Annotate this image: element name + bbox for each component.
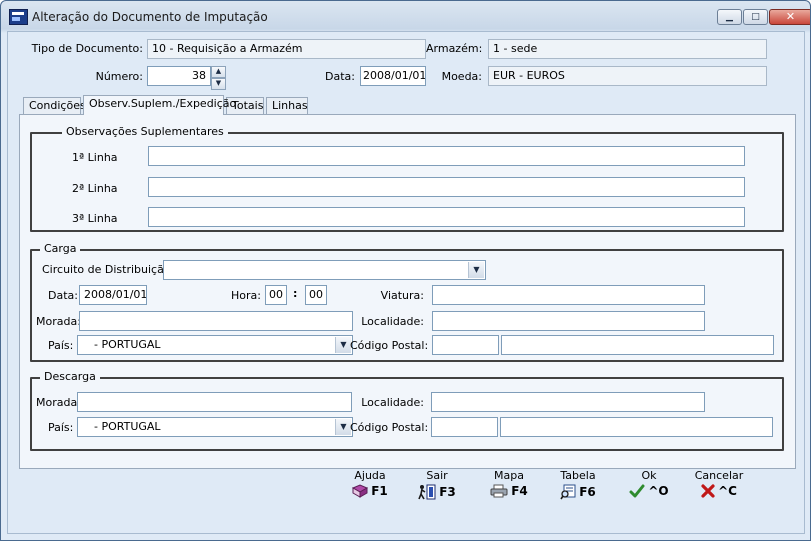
numero-spinner[interactable]: ▲ ▼ bbox=[211, 66, 226, 90]
data-field[interactable]: 2008/01/01 bbox=[360, 66, 426, 86]
sair-key: F3 bbox=[439, 485, 456, 499]
window-title: Alteração do Documento de Imputação bbox=[32, 10, 268, 24]
carga-codigo-postal-1[interactable] bbox=[432, 335, 499, 355]
linha1-input[interactable] bbox=[148, 146, 745, 166]
carga-pais-dropdown[interactable]: - PORTUGAL ▼ bbox=[77, 335, 353, 355]
tab-observ-suplem-expedicao[interactable]: Observ.Suplem./Expedição bbox=[83, 95, 236, 115]
descarga-morada-label: Morada: bbox=[36, 396, 81, 409]
descarga-pais-label: País: bbox=[48, 421, 74, 434]
armazem-field: 1 - sede bbox=[488, 39, 767, 59]
linha3-label: 3ª Linha bbox=[72, 212, 118, 225]
hora-separator: : bbox=[293, 287, 298, 300]
carga-localidade-input[interactable] bbox=[432, 311, 705, 331]
printer-icon bbox=[490, 484, 508, 498]
cancelar-button[interactable]: Cancelar ^C bbox=[689, 469, 749, 498]
ajuda-label: Ajuda bbox=[354, 469, 386, 482]
dialog-window: Alteração do Documento de Imputação ▁ □ … bbox=[0, 0, 811, 541]
ok-button[interactable]: Ok ^O bbox=[619, 469, 679, 498]
hora-minutes-field[interactable]: 00 bbox=[305, 285, 327, 305]
carga-morada-label: Morada: bbox=[36, 315, 81, 328]
chevron-down-icon[interactable]: ▼ bbox=[335, 419, 351, 435]
descarga-codigo-postal-1[interactable] bbox=[431, 417, 498, 437]
book-icon bbox=[352, 484, 369, 498]
carga-localidade-label: Localidade: bbox=[361, 315, 424, 328]
descarga-codigo-postal-label: Código Postal: bbox=[350, 421, 429, 434]
close-button[interactable]: ✕ bbox=[769, 9, 810, 25]
data-label: Data: bbox=[325, 70, 355, 83]
descarga-localidade-input[interactable] bbox=[431, 392, 705, 412]
descarga-pais-value: - PORTUGAL bbox=[94, 420, 161, 433]
hora-label: Hora: bbox=[231, 289, 261, 302]
tipo-documento-label: Tipo de Documento: bbox=[31, 42, 143, 55]
minimize-button[interactable]: ▁ bbox=[717, 9, 742, 25]
sair-label: Sair bbox=[426, 469, 448, 482]
viatura-label: Viatura: bbox=[380, 289, 424, 302]
moeda-field: EUR - EUROS bbox=[488, 66, 767, 86]
descarga-title: Descarga bbox=[40, 370, 100, 383]
exit-door-icon bbox=[418, 484, 436, 500]
descarga-pais-dropdown[interactable]: - PORTUGAL ▼ bbox=[77, 417, 353, 437]
descarga-morada-input[interactable] bbox=[77, 392, 352, 412]
carga-pais-value: - PORTUGAL bbox=[94, 338, 161, 351]
carga-data-label: Data: bbox=[48, 289, 78, 302]
tab-linhas[interactable]: Linhas bbox=[266, 97, 308, 114]
numero-field[interactable]: 38 bbox=[147, 66, 211, 86]
armazem-label: Armazém: bbox=[426, 42, 483, 55]
descarga-localidade-label: Localidade: bbox=[361, 396, 424, 409]
tabela-button[interactable]: Tabela F6 bbox=[548, 469, 608, 500]
carga-morada-input[interactable] bbox=[79, 311, 353, 331]
linha1-label: 1ª Linha bbox=[72, 151, 118, 164]
sair-button[interactable]: Sair F3 bbox=[407, 469, 467, 500]
ajuda-button[interactable]: Ajuda F1 bbox=[340, 469, 400, 498]
tab-condicoes[interactable]: Condições bbox=[23, 97, 86, 114]
moeda-label: Moeda: bbox=[441, 70, 482, 83]
cancelar-label: Cancelar bbox=[694, 469, 744, 482]
carga-data-field[interactable]: 2008/01/01 bbox=[79, 285, 147, 305]
spin-down-icon[interactable]: ▼ bbox=[211, 78, 226, 90]
chevron-down-icon[interactable]: ▼ bbox=[335, 337, 351, 353]
linha2-label: 2ª Linha bbox=[72, 182, 118, 195]
tabela-key: F6 bbox=[579, 485, 596, 499]
tipo-documento-field: 10 - Requisição a Armazém bbox=[147, 39, 426, 59]
carga-codigo-postal-label: Código Postal: bbox=[350, 339, 429, 352]
search-table-icon bbox=[560, 484, 576, 500]
ajuda-key: F1 bbox=[371, 484, 388, 498]
chevron-down-icon[interactable]: ▼ bbox=[468, 262, 484, 278]
tabela-label: Tabela bbox=[560, 469, 596, 482]
observacoes-title: Observações Suplementares bbox=[62, 125, 228, 138]
descarga-codigo-postal-2[interactable] bbox=[500, 417, 773, 437]
carga-codigo-postal-2[interactable] bbox=[501, 335, 774, 355]
linha3-input[interactable] bbox=[148, 207, 745, 227]
tab-panel: Observações Suplementares 1ª Linha 2ª Li… bbox=[19, 114, 796, 469]
carga-title: Carga bbox=[40, 242, 81, 255]
ok-key: ^O bbox=[648, 484, 669, 498]
viatura-input[interactable] bbox=[432, 285, 705, 305]
checkmark-icon bbox=[629, 484, 645, 498]
mapa-label: Mapa bbox=[494, 469, 524, 482]
mapa-key: F4 bbox=[511, 484, 528, 498]
descarga-group: Descarga bbox=[30, 370, 784, 451]
carga-pais-label: País: bbox=[48, 339, 74, 352]
spin-up-icon[interactable]: ▲ bbox=[211, 66, 226, 78]
maximize-button[interactable]: □ bbox=[743, 9, 768, 25]
numero-label: Número: bbox=[95, 70, 143, 83]
title-bar[interactable]: Alteração do Documento de Imputação ▁ □ … bbox=[1, 1, 810, 31]
hora-hours-field[interactable]: 00 bbox=[265, 285, 287, 305]
linha2-input[interactable] bbox=[148, 177, 745, 197]
red-x-icon bbox=[701, 484, 715, 498]
app-icon bbox=[9, 9, 28, 25]
circuito-dropdown[interactable]: ▼ bbox=[163, 260, 486, 280]
circuito-label: Circuito de Distribuição: bbox=[42, 263, 175, 276]
ok-label: Ok bbox=[641, 469, 657, 482]
cancelar-key: ^C bbox=[718, 484, 737, 498]
mapa-button[interactable]: Mapa F4 bbox=[479, 469, 539, 498]
